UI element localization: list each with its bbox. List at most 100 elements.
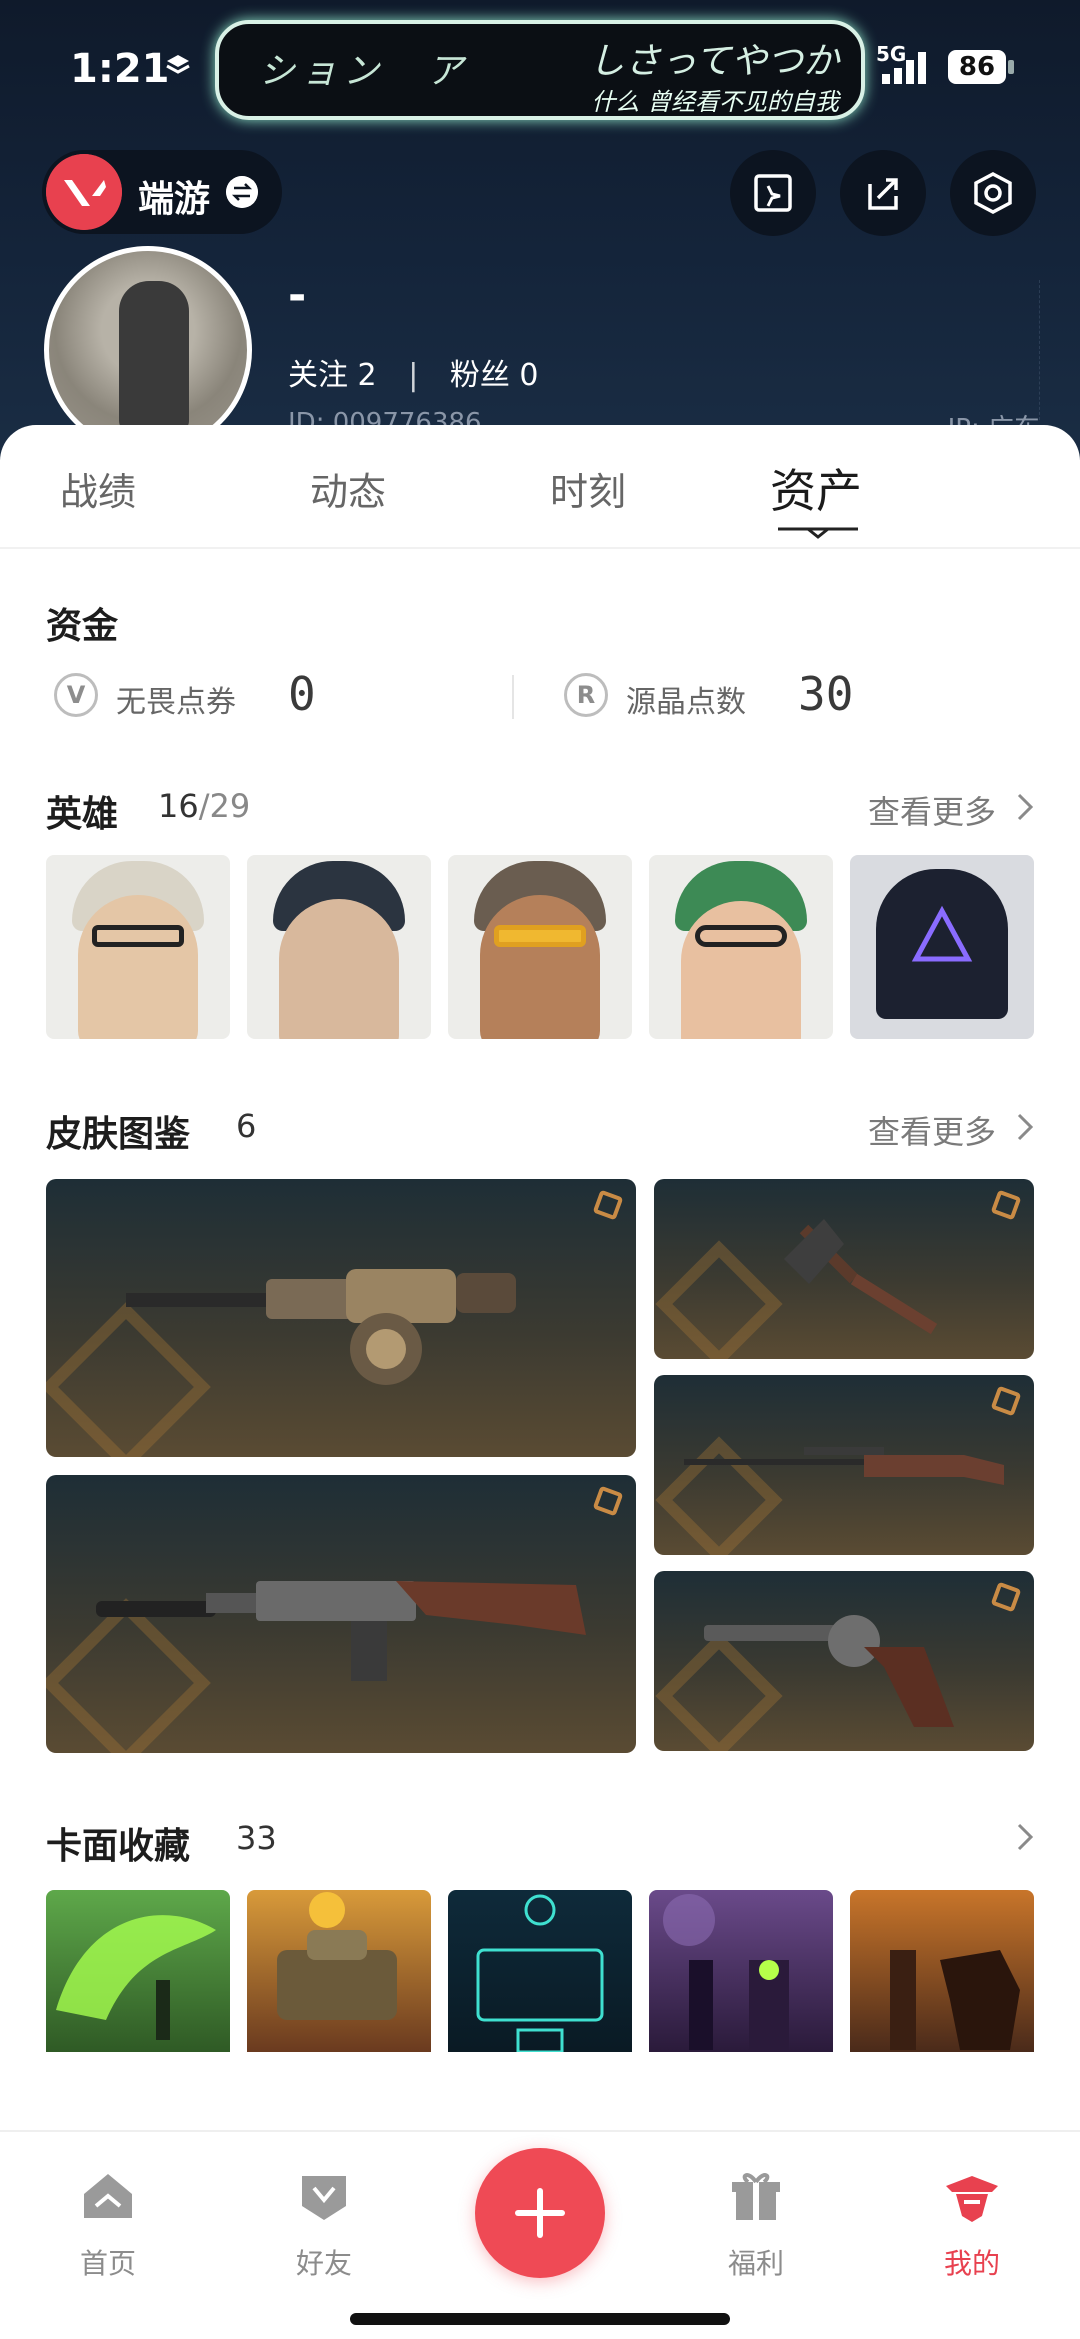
profile-icon (946, 2176, 998, 2222)
fans-count[interactable]: 0 (519, 358, 538, 393)
friends-icon (302, 2176, 346, 2220)
radianite-points-label: 源晶点数 (626, 685, 746, 720)
player-card[interactable] (46, 1890, 230, 2052)
visor-triangle-icon (911, 905, 973, 962)
skin-card-rifle[interactable] (654, 1375, 1034, 1555)
nav-friends[interactable]: 好友 (264, 2166, 384, 2286)
battery-icon (1008, 60, 1014, 74)
status-time: 1:21 (70, 46, 170, 92)
revolver-weapon-icon (704, 1615, 954, 1727)
hero-card[interactable] (448, 855, 632, 1039)
tab-bar: 战绩 动态 时刻 资产 (0, 425, 1080, 549)
hero-card[interactable] (850, 855, 1034, 1039)
follow-label[interactable]: 关注 (288, 358, 348, 393)
heroes-see-more[interactable]: 查看更多 (868, 787, 996, 833)
cards-title: 卡面收藏 (46, 1826, 191, 1867)
smg-weapon-icon (96, 1581, 586, 1681)
nav-me[interactable]: 我的 (912, 2166, 1032, 2286)
skin-card-minigun[interactable] (46, 1179, 636, 1457)
skins-count: 6 (236, 1107, 257, 1145)
heroes-count: 16/29 (158, 787, 250, 825)
funds-title: 资金 (46, 606, 119, 647)
battery-level: 86 (948, 50, 1006, 84)
hero-face (681, 901, 801, 1039)
tier-badge-icon (592, 1189, 624, 1221)
signal-icon (882, 52, 926, 84)
valorant-logo-icon (46, 154, 122, 230)
tier-badge-icon (990, 1385, 1022, 1417)
profile-header: 1:21 ション ア しさってやつか 什么 曾经看不见的自我 5G 86 端游 (0, 0, 1080, 460)
live-activity-text-left: ション ア (259, 51, 470, 92)
hero-card[interactable] (247, 855, 431, 1039)
skin-card-axe[interactable] (654, 1179, 1034, 1359)
hero-face (480, 895, 600, 1039)
tab-assets[interactable]: 资产 (770, 455, 862, 521)
card-art-cowboy-neon (663, 1894, 789, 2050)
hero-face (279, 899, 399, 1039)
game-switcher[interactable]: 端游 (42, 150, 282, 234)
chevron-right-icon[interactable] (1016, 792, 1034, 822)
card-art-cowboy-horse (890, 1950, 1020, 2050)
hero-card[interactable] (649, 855, 833, 1039)
valorant-points-label: 无畏点券 (116, 685, 236, 720)
radianite-points-value: 30 (798, 667, 854, 721)
layers-icon (166, 55, 190, 74)
tier-badge-icon (592, 1485, 624, 1517)
settings-hexagon-icon (974, 172, 1012, 214)
heroes-total: 29 (209, 787, 251, 825)
funds-row: V 无畏点券 0 R 源晶点数 30 (0, 655, 1080, 735)
nav-benefits[interactable]: 福利 (696, 2166, 816, 2286)
hero-card[interactable] (46, 855, 230, 1039)
hero-glasses (92, 925, 184, 947)
fans-label[interactable]: 粉丝 (450, 358, 510, 393)
valorant-points-icon: V (54, 673, 98, 717)
skin-card-smg[interactable] (46, 1475, 636, 1753)
tab-moments[interactable]: 时刻 (550, 461, 626, 516)
settings-button[interactable] (950, 150, 1036, 236)
player-card[interactable] (649, 1890, 833, 2052)
follow-stats: 关注 2 | 粉丝 0 (288, 350, 538, 394)
tab-indicator (778, 527, 858, 539)
funds-divider (512, 675, 514, 719)
live-activity[interactable]: ション ア しさってやつか 什么 曾经看不见的自我 (215, 20, 865, 120)
edit-card-icon (754, 174, 792, 212)
heroes-owned: 16 (158, 787, 199, 825)
nav-me-label: 我的 (943, 2247, 1000, 2280)
radianite-points-icon: R (564, 673, 608, 717)
content-sheet: 战绩 动态 时刻 资产 资金 V 无畏点券 0 R 源晶点数 30 英雄 16/… (0, 425, 1080, 2339)
player-card[interactable] (247, 1890, 431, 2052)
edit-card-button[interactable] (730, 150, 816, 236)
tab-feed[interactable]: 动态 (310, 461, 386, 516)
cards-count: 33 (236, 1819, 277, 1857)
follow-count[interactable]: 2 (358, 358, 377, 393)
tab-stats[interactable]: 战绩 (60, 461, 136, 516)
skins-see-more[interactable]: 查看更多 (868, 1107, 996, 1153)
rifle-weapon-icon (684, 1447, 1004, 1485)
card-art-terminal (476, 1894, 604, 2052)
nav-home[interactable]: 首页 (48, 2166, 168, 2286)
avatar-figure (119, 281, 189, 431)
heroes-separator: / (198, 787, 210, 825)
share-icon (868, 178, 898, 210)
skin-card-revolver[interactable] (654, 1571, 1034, 1751)
swap-icon (226, 176, 258, 208)
avatar[interactable] (44, 246, 252, 454)
live-activity-lyric: しさってやつか (588, 41, 839, 82)
home-indicator[interactable] (350, 2313, 730, 2325)
player-card[interactable] (448, 1890, 632, 2052)
username: - (288, 270, 307, 321)
player-card[interactable] (850, 1890, 1034, 2052)
divider: | (408, 358, 419, 393)
valorant-points-value: 0 (288, 667, 316, 721)
live-activity-translation: 什么 曾经看不见的自我 (591, 88, 839, 116)
gift-icon (732, 2173, 780, 2220)
axe-weapon-icon (784, 1219, 938, 1335)
create-post-button[interactable] (475, 2148, 605, 2278)
tier-badge-icon (990, 1581, 1022, 1613)
hero-glasses (494, 925, 586, 947)
nav-friends-label: 好友 (295, 2247, 352, 2280)
share-button[interactable] (840, 150, 926, 236)
chevron-right-icon[interactable] (1016, 1112, 1034, 1142)
skins-title: 皮肤图鉴 (46, 1114, 191, 1155)
chevron-right-icon[interactable] (1016, 1822, 1034, 1852)
